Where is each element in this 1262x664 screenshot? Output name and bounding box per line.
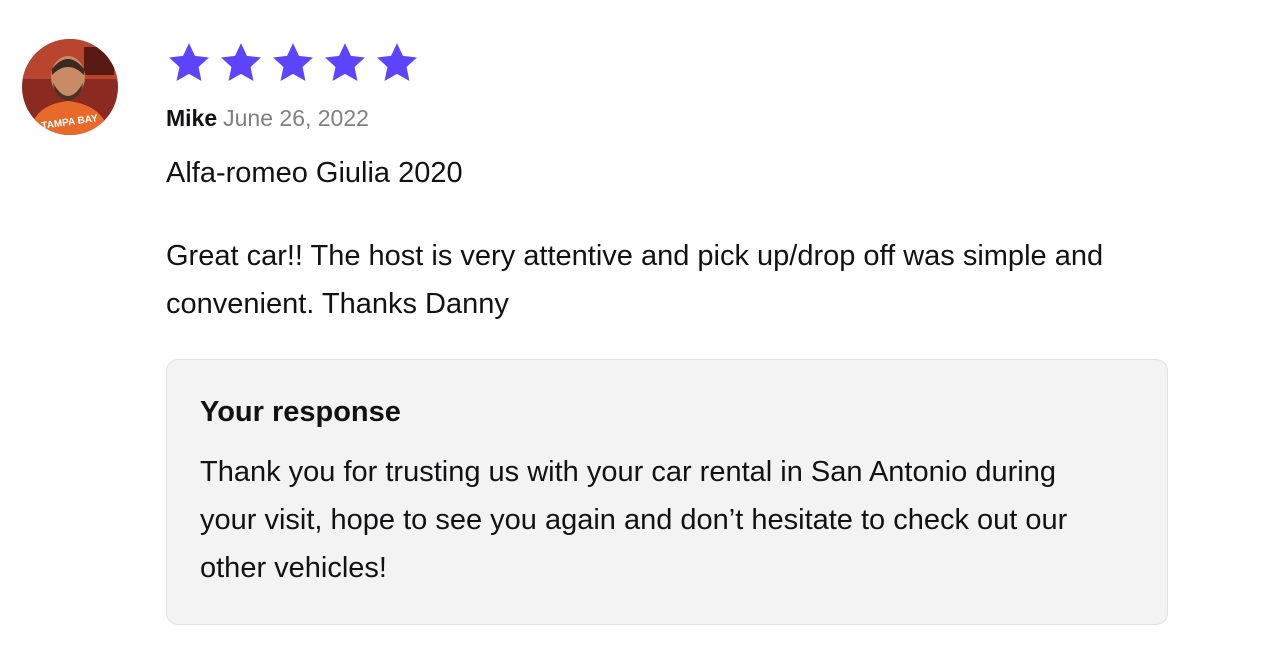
reviewer-avatar[interactable]: TAMPA BAY [22, 39, 118, 135]
review-card: TAMPA BAY Mike June 26, 2022 Alfa-romeo G… [0, 0, 1262, 664]
star-icon [273, 43, 313, 82]
review-date: June 26, 2022 [223, 105, 369, 131]
reviewer-name[interactable]: Mike [166, 105, 217, 131]
vehicle-name: Alfa-romeo Giulia 2020 [166, 157, 463, 189]
host-response-box: Your response Thank you for trusting us … [166, 359, 1168, 625]
star-icon [169, 43, 209, 82]
star-icon [377, 43, 417, 82]
star-icon [325, 43, 365, 82]
response-title: Your response [200, 396, 401, 428]
review-byline: Mike June 26, 2022 [166, 103, 1170, 133]
avatar-photo: TAMPA BAY [22, 39, 118, 135]
star-icon [221, 43, 261, 82]
response-text: Thank you for trusting us with your car … [200, 456, 1068, 584]
review-content: Mike June 26, 2022 Alfa-romeo Giulia 2020… [166, 40, 1170, 625]
review-text: Great car!! The host is very attentive a… [166, 240, 1104, 320]
star-rating [166, 40, 1170, 86]
